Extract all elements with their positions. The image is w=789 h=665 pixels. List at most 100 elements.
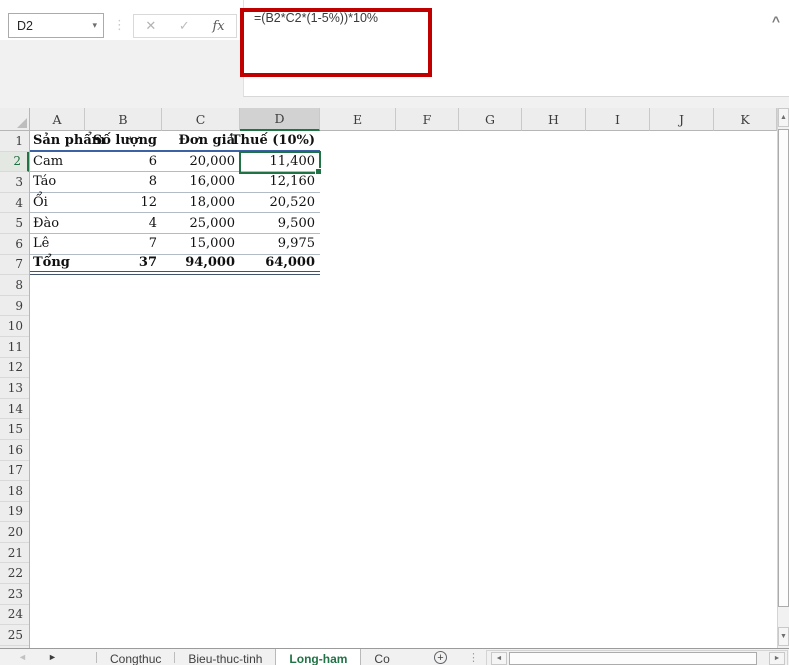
- name-box[interactable]: D2 ▾: [8, 13, 104, 38]
- cell-C1[interactable]: Đơn giá: [162, 131, 240, 150]
- column-header-I[interactable]: I: [586, 108, 650, 131]
- row-header-16[interactable]: 16: [0, 440, 29, 461]
- collapse-formula-bar-icon[interactable]: ^: [772, 13, 780, 29]
- column-header-E[interactable]: E: [320, 108, 396, 131]
- horizontal-scrollbar[interactable]: ◄ ►: [486, 650, 788, 665]
- cell-A3[interactable]: Táo: [30, 172, 85, 192]
- row-header-22[interactable]: 22: [0, 563, 29, 585]
- cell-B2[interactable]: 6: [85, 152, 162, 172]
- cell-D5[interactable]: 9,500: [240, 213, 320, 233]
- sheet-tab-Co[interactable]: Co: [361, 649, 402, 665]
- cell-D3[interactable]: 12,160: [240, 172, 320, 192]
- row-header-1[interactable]: 1: [0, 131, 29, 152]
- cell-C2[interactable]: 20,000: [162, 152, 240, 172]
- cell-B3[interactable]: 8: [85, 172, 162, 192]
- fill-handle[interactable]: [315, 168, 322, 175]
- sheet-tab-bar: ◄ ► Congthuc Bieu-thuc-tinh Long-ham Co + ⋮…: [0, 648, 789, 665]
- row-header-7[interactable]: 7: [0, 255, 29, 276]
- cell-A5[interactable]: Đào: [30, 213, 85, 233]
- formula-bar-drag-handle-icon[interactable]: ⋮: [113, 17, 126, 33]
- row-header-21[interactable]: 21: [0, 543, 29, 564]
- name-box-dropdown-icon[interactable]: ▾: [92, 20, 103, 31]
- table-row-3: Táo 8 16,000 12,160: [30, 172, 320, 193]
- sheet-tab-Long-ham[interactable]: Long-ham: [275, 649, 362, 665]
- name-box-value: D2: [17, 18, 33, 33]
- row-header-13[interactable]: 13: [0, 378, 29, 399]
- column-header-G[interactable]: G: [459, 108, 522, 131]
- insert-function-icon[interactable]: fx: [212, 19, 224, 34]
- enter-icon[interactable]: ✓: [179, 18, 190, 34]
- sheet-tab-Congthuc[interactable]: Congthuc: [97, 649, 174, 665]
- cell-C3[interactable]: 16,000: [162, 172, 240, 192]
- scroll-up-icon[interactable]: ▲: [778, 108, 789, 127]
- column-header-B[interactable]: B: [85, 108, 162, 131]
- row-header-14[interactable]: 14: [0, 399, 29, 420]
- row-header-19[interactable]: 19: [0, 502, 29, 523]
- row-header-9[interactable]: 9: [0, 296, 29, 317]
- row-header-4[interactable]: 4: [0, 193, 29, 214]
- cell-C7[interactable]: 94,000: [162, 255, 240, 272]
- cell-B4[interactable]: 12: [85, 193, 162, 213]
- sheet-tab-Bieu-thuc-tinh[interactable]: Bieu-thuc-tinh: [175, 649, 275, 665]
- cell-C6[interactable]: 15,000: [162, 234, 240, 254]
- add-sheet-icon[interactable]: +: [434, 651, 447, 664]
- row-header-2[interactable]: 2: [0, 151, 29, 173]
- vertical-scrollbar[interactable]: ▲ ▼: [777, 108, 789, 648]
- cell-B6[interactable]: 7: [85, 234, 162, 254]
- cell-A6[interactable]: Lê: [30, 234, 85, 254]
- row-header-20[interactable]: 20: [0, 522, 29, 543]
- vertical-scrollbar-thumb[interactable]: [778, 129, 789, 607]
- cell-C4[interactable]: 18,000: [162, 193, 240, 213]
- cell-A4[interactable]: Ổi: [30, 193, 85, 213]
- column-header-F[interactable]: F: [396, 108, 459, 131]
- scroll-down-icon[interactable]: ▼: [778, 627, 789, 646]
- scroll-left-icon[interactable]: ◄: [491, 652, 507, 665]
- cell-B5[interactable]: 4: [85, 213, 162, 233]
- spreadsheet-app: D2 ▾ ⋮ ✕ ✓ fx =(B2*C2*(1-5%))*10% ^ ABCD…: [0, 0, 789, 665]
- row-header-6[interactable]: 6: [0, 234, 29, 255]
- column-headers: ABCDEFGHIJK: [0, 108, 789, 131]
- column-header-C[interactable]: C: [162, 108, 240, 131]
- row-header-25[interactable]: 25: [0, 625, 29, 646]
- cell-D4[interactable]: 20,520: [240, 193, 320, 213]
- cell-D1[interactable]: Thuế (10%): [231, 131, 320, 150]
- cancel-icon[interactable]: ✕: [145, 18, 156, 34]
- formula-buttons-group: ✕ ✓ fx: [133, 14, 237, 38]
- cell-B7[interactable]: 37: [85, 255, 162, 272]
- table-row-5: Đào 4 25,000 9,500: [30, 213, 320, 234]
- active-cell-selection[interactable]: [239, 151, 322, 175]
- cell-A1[interactable]: Sản phẩm: [30, 131, 106, 150]
- row-header-12[interactable]: 12: [0, 358, 29, 379]
- column-header-K[interactable]: K: [714, 108, 777, 131]
- cell-A7[interactable]: Tổng: [30, 255, 85, 272]
- scroll-right-icon[interactable]: ►: [769, 652, 785, 665]
- row-headers: 1 2 3 4 5 6 7 8 9 10 11 12 13 14 15 16 17 18 19 20 21 22 23 24 2…: [0, 131, 30, 648]
- cell-D7[interactable]: 64,000: [240, 255, 320, 272]
- row-header-11[interactable]: 11: [0, 337, 29, 358]
- row-header-10[interactable]: 10: [0, 316, 29, 337]
- row-header-5[interactable]: 5: [0, 213, 29, 234]
- select-all-button[interactable]: [0, 108, 30, 131]
- row-header-17[interactable]: 17: [0, 461, 29, 482]
- cell-A2[interactable]: Cam: [30, 152, 85, 172]
- tab-more-icon[interactable]: ⋮: [468, 651, 479, 664]
- row-header-8[interactable]: 8: [0, 275, 29, 296]
- grid-canvas[interactable]: Sản phẩm Số lượng Đơn giá Thuế (10%) Cam 6 20,…: [30, 131, 777, 648]
- column-header-H[interactable]: H: [522, 108, 586, 131]
- column-header-A[interactable]: A: [30, 108, 85, 131]
- cell-C5[interactable]: 25,000: [162, 213, 240, 233]
- sheet-nav-left-icon[interactable]: ◄: [18, 652, 27, 662]
- cell-D6[interactable]: 9,975: [240, 234, 320, 254]
- sheet-nav-right-icon[interactable]: ►: [48, 652, 57, 662]
- column-header-D[interactable]: D: [240, 108, 320, 131]
- column-header-J[interactable]: J: [650, 108, 714, 131]
- horizontal-scrollbar-thumb[interactable]: [509, 652, 757, 665]
- row-header-15[interactable]: 15: [0, 419, 29, 440]
- row-header-18[interactable]: 18: [0, 481, 29, 502]
- row-header-3[interactable]: 3: [0, 172, 29, 193]
- cell-B1[interactable]: Số lượng: [85, 131, 162, 150]
- row-header-23[interactable]: 23: [0, 584, 29, 605]
- annotation-red-box: [240, 8, 432, 77]
- row-header-24[interactable]: 24: [0, 605, 29, 626]
- table-row-4: Ổi 12 18,000 20,520: [30, 193, 320, 214]
